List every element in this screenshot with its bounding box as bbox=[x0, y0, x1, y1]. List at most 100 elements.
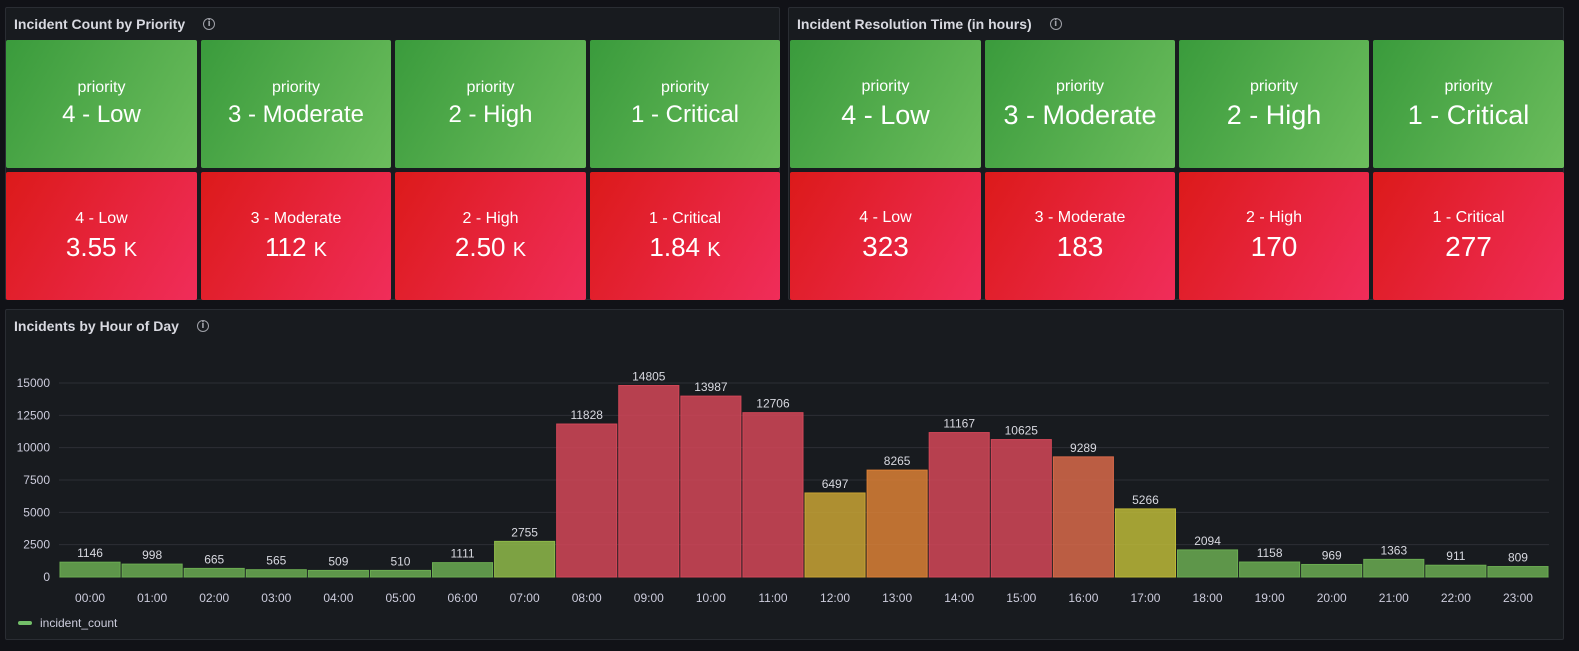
priority-header-tile: priority 1 - Critical bbox=[1373, 40, 1564, 168]
x-tick-label: 11:00 bbox=[758, 591, 787, 605]
bar[interactable] bbox=[307, 569, 369, 578]
bar[interactable] bbox=[245, 569, 307, 578]
stat-value: 170 bbox=[1250, 231, 1298, 262]
bar-value-label: 8265 bbox=[884, 454, 911, 468]
stat-value: 2.50 bbox=[454, 231, 506, 262]
bar-value-label: 13987 bbox=[694, 380, 728, 394]
x-tick-label: 18:00 bbox=[1193, 591, 1223, 605]
stat-unit: K bbox=[707, 238, 721, 261]
x-tick-label: 15:00 bbox=[1006, 591, 1036, 605]
info-icon[interactable]: i bbox=[203, 18, 216, 30]
hourly-incidents-panel: Incidents by Hour of Day i 0 2500 5000 7500… bbox=[5, 309, 1564, 640]
bar-value-label: 5266 bbox=[1132, 493, 1159, 507]
legend-label: incident_count bbox=[40, 616, 118, 630]
stat-unit: K bbox=[313, 238, 328, 261]
stat-unit: K bbox=[512, 238, 527, 261]
bar[interactable] bbox=[1052, 456, 1114, 578]
resolution-value-tile: 1 - Critical 277 bbox=[1373, 172, 1564, 300]
bar-value-label: 510 bbox=[390, 554, 410, 568]
count-value-tile: 3 - Moderate 112 K bbox=[201, 172, 391, 300]
x-tick-label: 16:00 bbox=[1068, 591, 1098, 605]
bar[interactable] bbox=[1363, 558, 1425, 578]
y-tick-label: 15000 bbox=[17, 376, 51, 390]
panel-title[interactable]: Incident Count by Priority i bbox=[14, 16, 216, 32]
x-tick-label: 03:00 bbox=[261, 591, 291, 605]
priority-header-tile: priority 1 - Critical bbox=[590, 40, 780, 168]
bar-value-label: 1158 bbox=[1257, 546, 1283, 560]
panel-title[interactable]: Incident Resolution Time (in hours) i bbox=[797, 16, 1062, 32]
bar-value-label: 665 bbox=[204, 552, 224, 566]
stat-value: 1.84 bbox=[649, 231, 701, 262]
x-tick-label: 17:00 bbox=[1130, 591, 1160, 605]
priority-header-tile: priority 3 - Moderate bbox=[985, 40, 1175, 168]
stat-value: 183 bbox=[1056, 231, 1104, 262]
y-tick-label: 5000 bbox=[23, 505, 50, 519]
x-tick-label: 20:00 bbox=[1317, 591, 1347, 605]
bar[interactable] bbox=[556, 423, 618, 578]
resolution-value-tile: 2 - High 170 bbox=[1179, 172, 1369, 300]
bar-value-label: 1146 bbox=[77, 546, 103, 560]
bar-value-label: 969 bbox=[1322, 548, 1342, 562]
stat-value: 323 bbox=[862, 231, 909, 262]
bar[interactable] bbox=[369, 569, 431, 578]
priority-header-tile: priority 4 - Low bbox=[790, 40, 981, 168]
bar-value-label: 998 bbox=[142, 548, 162, 562]
bar[interactable] bbox=[1425, 564, 1487, 578]
bar-value-label: 9289 bbox=[1070, 441, 1097, 455]
bar[interactable] bbox=[618, 385, 680, 578]
bar-value-label: 10625 bbox=[1005, 424, 1039, 438]
bar-value-label: 509 bbox=[328, 554, 348, 568]
x-tick-label: 10:00 bbox=[696, 591, 726, 605]
y-tick-label: 0 bbox=[43, 570, 50, 584]
bar[interactable] bbox=[742, 412, 804, 578]
x-tick-label: 13:00 bbox=[882, 591, 912, 605]
x-tick-label: 00:00 bbox=[75, 591, 105, 605]
x-tick-label: 14:00 bbox=[944, 591, 974, 605]
count-value-tile: 2 - High 2.50 K bbox=[395, 172, 586, 300]
bar-value-label: 2094 bbox=[1194, 534, 1221, 548]
bar[interactable] bbox=[866, 469, 928, 578]
bar[interactable] bbox=[804, 492, 866, 578]
x-tick-label: 05:00 bbox=[385, 591, 415, 605]
bar[interactable] bbox=[1487, 566, 1549, 578]
bar[interactable] bbox=[1239, 561, 1301, 578]
bar[interactable] bbox=[1177, 549, 1239, 578]
x-tick-label: 04:00 bbox=[323, 591, 353, 605]
bar[interactable] bbox=[928, 432, 990, 578]
bar-value-label: 12706 bbox=[756, 397, 790, 411]
bar-value-label: 11828 bbox=[570, 408, 603, 422]
priority-header-tile: priority 3 - Moderate bbox=[201, 40, 391, 168]
bar[interactable] bbox=[1301, 563, 1363, 578]
bar[interactable] bbox=[990, 439, 1052, 578]
bar[interactable] bbox=[680, 395, 742, 578]
x-tick-label: 02:00 bbox=[199, 591, 229, 605]
x-tick-label: 23:00 bbox=[1503, 591, 1533, 605]
bar[interactable] bbox=[494, 540, 556, 578]
y-tick-label: 12500 bbox=[17, 408, 51, 422]
stat-value: 112 bbox=[264, 231, 307, 262]
x-tick-label: 06:00 bbox=[448, 591, 478, 605]
bar-value-label: 11167 bbox=[943, 417, 975, 431]
info-icon[interactable]: i bbox=[1049, 18, 1062, 30]
bar-value-label: 14805 bbox=[632, 370, 666, 384]
bar-value-label: 1111 bbox=[451, 547, 475, 561]
x-tick-label: 19:00 bbox=[1255, 591, 1285, 605]
count-value-tile: 4 - Low 3.55 K bbox=[6, 172, 197, 300]
bar[interactable] bbox=[432, 562, 494, 578]
x-tick-label: 12:00 bbox=[820, 591, 850, 605]
bar[interactable] bbox=[183, 567, 245, 578]
chart-legend[interactable]: incident_count bbox=[18, 616, 117, 630]
bar[interactable] bbox=[121, 563, 183, 578]
bar[interactable] bbox=[1114, 508, 1176, 578]
y-tick-label: 2500 bbox=[23, 538, 50, 552]
incident-count-panel: Incident Count by Priority i priority 4 … bbox=[5, 7, 780, 300]
x-tick-label: 09:00 bbox=[634, 591, 664, 605]
bar[interactable] bbox=[59, 561, 121, 578]
stat-value: 3.55 bbox=[65, 231, 117, 262]
bar-value-label: 2755 bbox=[511, 525, 538, 539]
resolution-value-tile: 4 - Low 323 bbox=[790, 172, 981, 300]
bar-value-label: 911 bbox=[1446, 549, 1465, 563]
legend-swatch bbox=[18, 621, 32, 625]
bar-value-label: 6497 bbox=[822, 477, 849, 491]
stat-value: 277 bbox=[1445, 231, 1492, 262]
